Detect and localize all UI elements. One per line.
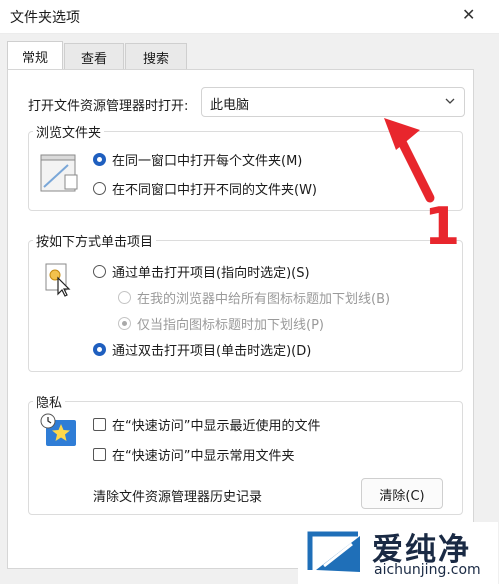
underline-point-option[interactable]: 仅当指向图标标题时加下划线(P) — [118, 314, 324, 333]
open-explorer-value: 此电脑 — [210, 98, 250, 113]
radio-double-click[interactable] — [93, 343, 106, 356]
chevron-down-icon — [445, 98, 455, 104]
annotation-number: 1 — [424, 197, 461, 257]
open-explorer-label: 打开文件资源管理器时打开: — [28, 99, 189, 114]
radio-new-window[interactable] — [93, 182, 106, 195]
double-click-label: 通过双击打开项目(单击时选定)(D) — [112, 344, 312, 359]
folder-window-icon — [38, 151, 80, 201]
quick-access-icon — [40, 412, 80, 454]
watermark-logo-icon — [307, 531, 360, 572]
close-icon[interactable]: ✕ — [462, 5, 475, 24]
underline-browser-option[interactable]: 在我的浏览器中给所有图标标题加下划线(B) — [118, 288, 390, 307]
clear-history-label: 清除文件资源管理器历史记录 — [93, 490, 263, 505]
underline-point-label: 仅当指向图标标题时加下划线(P) — [137, 318, 324, 333]
single-click-option[interactable]: 通过单击打开项目(指向时选定)(S) — [93, 262, 310, 281]
click-cursor-icon — [44, 262, 74, 302]
tab-general[interactable]: 常规 — [7, 41, 63, 69]
title-bar: 文件夹选项 ✕ — [0, 0, 499, 34]
frequent-folders-label: 在“快速访问”中显示常用文件夹 — [112, 449, 295, 464]
checkbox-frequent-folders[interactable] — [93, 448, 106, 461]
checkbox-recent-files[interactable] — [93, 418, 106, 431]
watermark: 爱纯净 aichunjing.com — [298, 522, 498, 584]
window-title: 文件夹选项 — [10, 10, 80, 26]
tab-view-label: 查看 — [80, 52, 107, 67]
tab-view[interactable]: 查看 — [64, 43, 124, 69]
radio-underline-point[interactable] — [118, 317, 131, 330]
browse-new-window-label: 在不同窗口中打开不同的文件夹(W) — [112, 183, 317, 198]
click-items-title: 按如下方式单击项目 — [33, 231, 157, 250]
tab-search-label: 搜索 — [142, 52, 169, 67]
privacy-title: 隐私 — [33, 392, 66, 411]
browse-same-window-option[interactable]: 在同一窗口中打开每个文件夹(M) — [93, 150, 302, 169]
underline-browser-label: 在我的浏览器中给所有图标标题加下划线(B) — [137, 292, 391, 307]
single-click-label: 通过单击打开项目(指向时选定)(S) — [112, 266, 310, 281]
tab-search[interactable]: 搜索 — [125, 43, 187, 69]
radio-same-window[interactable] — [93, 153, 106, 166]
clear-button-label: 清除(C) — [379, 489, 425, 504]
double-click-option[interactable]: 通过双击打开项目(单击时选定)(D) — [93, 340, 311, 359]
clear-button[interactable]: 清除(C) — [361, 478, 443, 509]
recent-files-option[interactable]: 在“快速访问”中显示最近使用的文件 — [93, 415, 320, 434]
frequent-folders-option[interactable]: 在“快速访问”中显示常用文件夹 — [93, 445, 294, 464]
recent-files-label: 在“快速访问”中显示最近使用的文件 — [112, 419, 321, 434]
browse-new-window-option[interactable]: 在不同窗口中打开不同的文件夹(W) — [93, 179, 317, 198]
radio-single-click[interactable] — [93, 265, 106, 278]
tab-general-label: 常规 — [21, 51, 48, 66]
radio-underline-browser[interactable] — [118, 291, 131, 304]
browse-folders-title: 浏览文件夹 — [33, 122, 105, 141]
watermark-url: aichunjing.com — [374, 562, 481, 578]
browse-same-window-label: 在同一窗口中打开每个文件夹(M) — [112, 154, 303, 169]
